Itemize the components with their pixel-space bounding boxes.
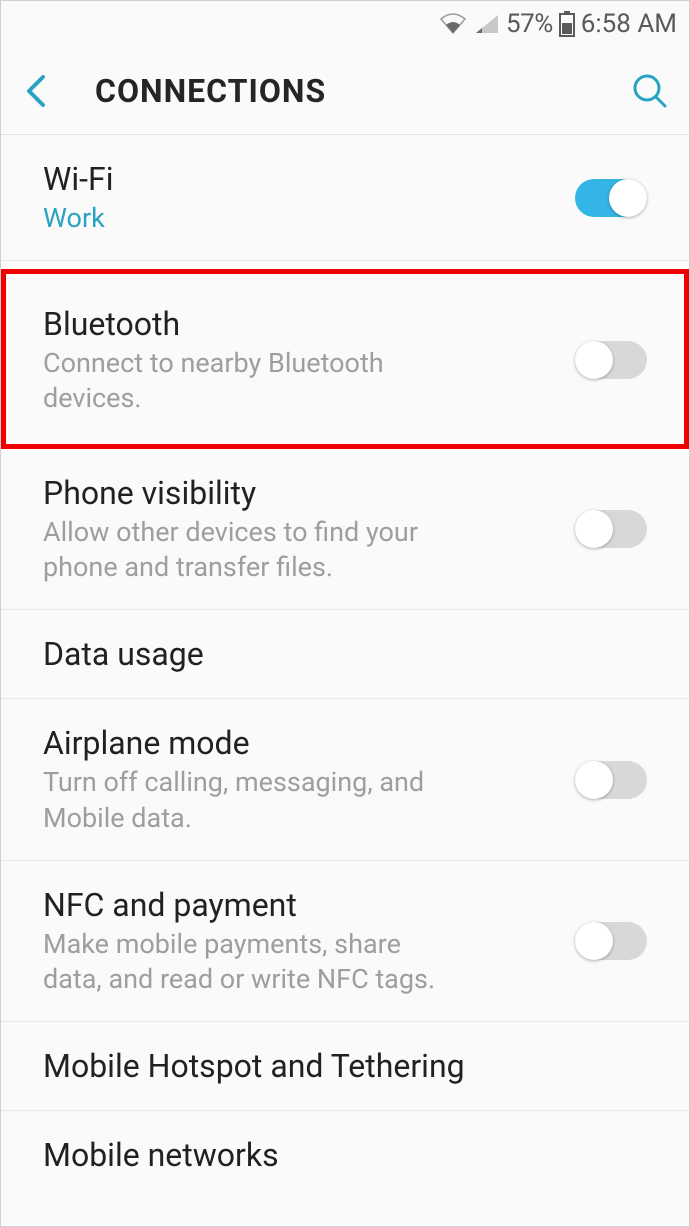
header: CONNECTIONS (1, 47, 689, 135)
setting-text: Phone visibility Allow other devices to … (43, 473, 555, 585)
setting-title: Mobile networks (43, 1135, 647, 1175)
setting-mobile-networks[interactable]: Mobile networks (1, 1111, 689, 1199)
setting-title: Phone visibility (43, 473, 555, 513)
setting-nfc[interactable]: NFC and payment Make mobile payments, sh… (1, 861, 689, 1022)
page-title: CONNECTIONS (95, 72, 625, 110)
setting-subtitle: Connect to nearby Bluetooth devices. (43, 346, 463, 416)
setting-title: Mobile Hotspot and Tethering (43, 1046, 647, 1086)
wifi-icon (438, 13, 468, 35)
toggle-knob (575, 341, 613, 379)
bluetooth-toggle[interactable] (575, 341, 647, 379)
setting-text: Mobile networks (43, 1135, 647, 1175)
setting-bluetooth[interactable]: Bluetooth Connect to nearby Bluetooth de… (1, 269, 689, 449)
setting-hotspot[interactable]: Mobile Hotspot and Tethering (1, 1022, 689, 1111)
setting-subtitle: Allow other devices to find your phone a… (43, 515, 463, 585)
setting-airplane-mode[interactable]: Airplane mode Turn off calling, messagin… (1, 699, 689, 860)
setting-data-usage[interactable]: Data usage (1, 610, 689, 699)
setting-subtitle: Turn off calling, messaging, and Mobile … (43, 765, 463, 835)
search-button[interactable] (625, 66, 675, 116)
toggle-knob (575, 761, 613, 799)
setting-phone-visibility[interactable]: Phone visibility Allow other devices to … (1, 449, 689, 610)
toggle-knob (575, 922, 613, 960)
airplane-mode-toggle[interactable] (575, 761, 647, 799)
nfc-toggle[interactable] (575, 922, 647, 960)
setting-text: Mobile Hotspot and Tethering (43, 1046, 647, 1086)
setting-text: Bluetooth Connect to nearby Bluetooth de… (43, 304, 555, 416)
setting-text: Data usage (43, 634, 647, 674)
setting-subtitle: Work (43, 201, 463, 236)
battery-icon (559, 11, 575, 37)
setting-title: Bluetooth (43, 304, 555, 344)
chevron-left-icon (25, 73, 47, 109)
search-icon (631, 72, 669, 110)
status-bar: 57% 6:58 AM (1, 1, 689, 47)
setting-title: NFC and payment (43, 885, 555, 925)
signal-icon (474, 13, 500, 35)
setting-title: Airplane mode (43, 723, 555, 763)
toggle-knob (609, 179, 647, 217)
setting-title: Data usage (43, 634, 647, 674)
back-button[interactable] (25, 66, 75, 116)
battery-percent: 57% (506, 9, 553, 39)
setting-text: Airplane mode Turn off calling, messagin… (43, 723, 555, 835)
toggle-knob (575, 510, 613, 548)
setting-title: Wi-Fi (43, 159, 555, 199)
setting-subtitle: Make mobile payments, share data, and re… (43, 927, 463, 997)
setting-text: NFC and payment Make mobile payments, sh… (43, 885, 555, 997)
setting-wifi[interactable]: Wi-Fi Work (1, 135, 689, 261)
setting-text: Wi-Fi Work (43, 159, 555, 236)
phone-visibility-toggle[interactable] (575, 510, 647, 548)
wifi-toggle[interactable] (575, 179, 647, 217)
status-time: 6:58 AM (581, 9, 677, 39)
settings-list: Wi-Fi Work Bluetooth Connect to nearby B… (1, 135, 689, 1199)
